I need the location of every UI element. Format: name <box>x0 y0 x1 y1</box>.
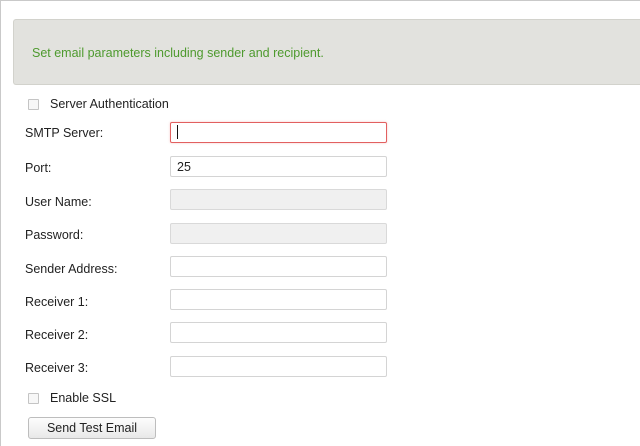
receiver-1-label: Receiver 1: <box>25 295 89 309</box>
receiver-3-label: Receiver 3: <box>25 361 89 375</box>
server-authentication-label: Server Authentication <box>50 97 169 111</box>
enable-ssl-row[interactable]: Enable SSL <box>28 390 116 406</box>
server-authentication-row[interactable]: Server Authentication <box>28 96 169 112</box>
sender-address-label: Sender Address: <box>25 262 118 276</box>
password-input[interactable] <box>170 223 387 244</box>
password-label: Password: <box>25 228 84 242</box>
send-test-email-button[interactable]: Send Test Email <box>28 417 156 439</box>
server-authentication-checkbox[interactable] <box>28 98 39 110</box>
port-label: Port: <box>25 161 52 175</box>
user-name-label: User Name: <box>25 195 92 209</box>
enable-ssl-label: Enable SSL <box>50 391 117 405</box>
smtp-server-input[interactable] <box>170 122 387 143</box>
text-cursor <box>177 125 178 139</box>
info-text: Set email parameters including sender an… <box>32 46 324 60</box>
receiver-3-input[interactable] <box>170 356 387 377</box>
email-settings-panel: Set email parameters including sender an… <box>0 0 640 446</box>
info-banner: Set email parameters including sender an… <box>13 19 640 85</box>
user-name-input[interactable] <box>170 189 387 210</box>
port-input[interactable] <box>170 156 387 177</box>
receiver-1-input[interactable] <box>170 289 387 310</box>
enable-ssl-checkbox[interactable] <box>28 392 39 404</box>
sender-address-input[interactable] <box>170 256 387 277</box>
receiver-2-label: Receiver 2: <box>25 328 89 342</box>
receiver-2-input[interactable] <box>170 322 387 343</box>
smtp-server-label: SMTP Server: <box>25 126 104 140</box>
